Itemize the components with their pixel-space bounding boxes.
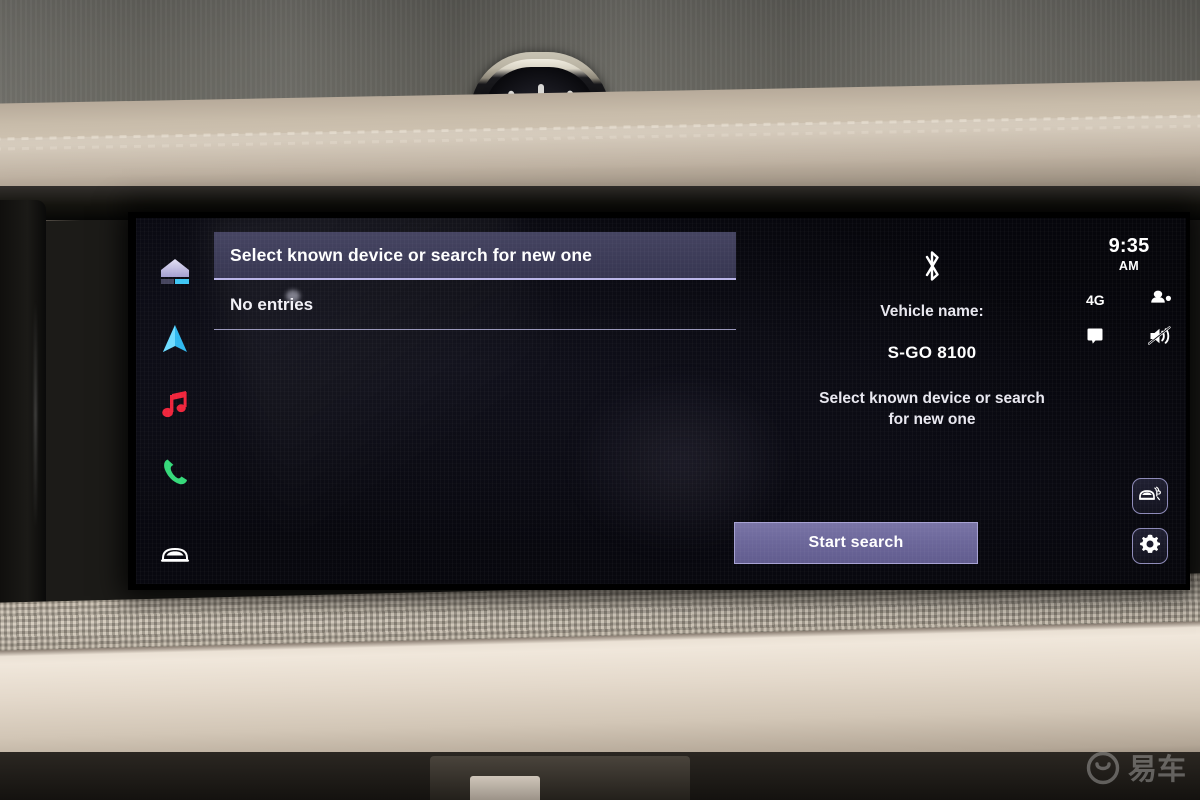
volume-muted-icon[interactable] [1147,326,1172,351]
music-note-icon [161,390,189,425]
sidebar-item-vehicle[interactable] [147,531,203,584]
pairing-hint-text: Select known device or search for new on… [819,390,1045,428]
device-list-header[interactable]: Select known device or search for new on… [214,232,736,280]
network-label: 4G [1086,291,1105,308]
sidebar-item-media[interactable] [147,382,203,435]
device-list: Select known device or search for new on… [214,232,736,330]
bluetooth-icon [919,248,945,289]
bluetooth-info-panel: Vehicle name: S-GO 8100 Select known dev… [762,232,1102,431]
message-square-icon[interactable] [1086,327,1104,350]
clock-meridiem: AM [1118,259,1140,273]
quick-action-buttons: P [1132,478,1168,564]
park-assist-icon: P [1138,484,1162,509]
trim-highlight [34,300,37,530]
home-icon [158,257,192,292]
phone-handset-icon [160,457,190,492]
start-search-button[interactable]: Start search [734,522,978,564]
sidebar-nav [136,218,214,584]
clock-time: 9:35 [1108,235,1150,257]
navigation-arrow-icon [160,323,190,360]
vehicle-name-value: S-GO 8100 [887,343,977,362]
gear-icon [1139,533,1161,560]
status-row-network: 4G [1086,289,1172,310]
park-assist-button[interactable]: P [1132,478,1168,514]
vehicle-name-label: Vehicle name: [880,303,984,320]
status-bar: 9:35 AM 4G [1086,236,1172,351]
sidebar-item-phone[interactable] [147,448,203,501]
status-row-alerts [1086,326,1172,351]
settings-button[interactable] [1132,528,1168,564]
sidebar-item-navigation[interactable] [147,315,203,368]
infotainment-ui: Select known device or search for new on… [136,218,1186,584]
car-front-icon [158,545,192,570]
list-item[interactable]: No entries [214,280,736,330]
center-console-left-trim [0,200,46,620]
lower-console [430,756,690,800]
sidebar-item-home[interactable] [147,248,203,301]
infotainment-display[interactable]: Select known device or search for new on… [136,218,1186,584]
user-profile-icon[interactable] [1150,289,1172,310]
